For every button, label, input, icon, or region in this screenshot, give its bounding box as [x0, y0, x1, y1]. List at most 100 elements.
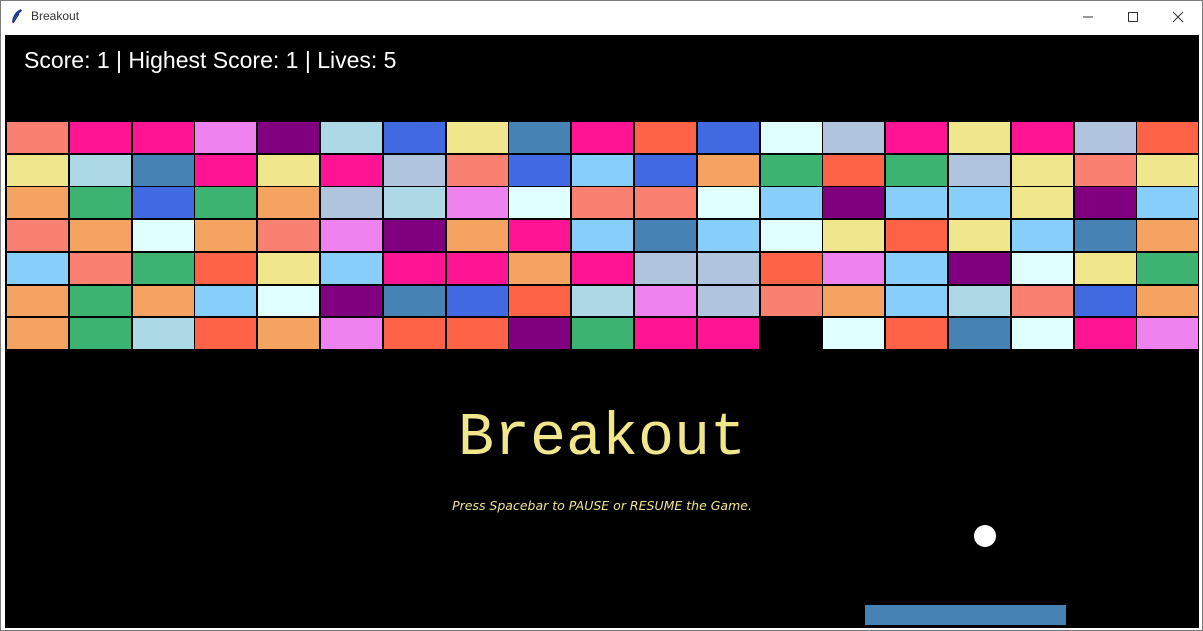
brick — [571, 153, 635, 187]
brick-wall — [6, 121, 1199, 352]
brick — [634, 219, 697, 252]
brick — [508, 186, 572, 220]
brick — [571, 317, 635, 351]
brick — [508, 121, 572, 154]
brick — [194, 284, 258, 318]
window-title: Breakout — [31, 9, 80, 23]
brick — [1010, 219, 1074, 252]
brick — [759, 121, 823, 154]
brick — [6, 186, 69, 220]
brick — [1136, 317, 1199, 351]
brick — [6, 251, 69, 285]
brick — [68, 186, 132, 220]
brick — [194, 251, 258, 285]
brick — [194, 121, 258, 154]
brick — [1136, 284, 1199, 318]
brick — [508, 251, 572, 285]
paddle[interactable] — [865, 605, 1066, 625]
brick — [131, 317, 195, 351]
minimize-button[interactable] — [1065, 1, 1110, 32]
brick — [6, 153, 69, 187]
brick — [320, 219, 383, 252]
brick — [257, 251, 321, 285]
brick — [759, 186, 823, 220]
brick — [320, 284, 383, 318]
brick — [1136, 251, 1199, 285]
brick — [634, 121, 697, 154]
title-bar[interactable]: Breakout — [1, 1, 1202, 32]
brick — [382, 284, 446, 318]
brick — [445, 219, 509, 252]
pause-instructions: Press Spacebar to PAUSE or RESUME the Ga… — [452, 498, 752, 513]
brick — [6, 317, 69, 351]
brick — [885, 186, 949, 220]
brick — [759, 284, 823, 318]
brick — [194, 153, 258, 187]
brick — [1073, 317, 1137, 351]
game-title: Breakout — [457, 405, 747, 473]
close-button[interactable] — [1155, 1, 1200, 32]
brick — [696, 251, 760, 285]
brick — [1136, 153, 1199, 187]
brick — [571, 121, 635, 154]
brick — [1136, 219, 1199, 252]
score-lives-display: Score: 1 | Highest Score: 1 | Lives: 5 — [24, 47, 397, 73]
brick — [822, 251, 886, 285]
brick — [759, 251, 823, 285]
maximize-button[interactable] — [1110, 1, 1155, 32]
brick — [1073, 219, 1137, 252]
close-icon — [1172, 11, 1183, 22]
brick — [822, 317, 886, 351]
brick — [1010, 153, 1074, 187]
brick — [445, 186, 509, 220]
brick — [131, 219, 195, 252]
brick — [1073, 153, 1137, 187]
brick — [320, 121, 383, 154]
brick — [948, 219, 1011, 252]
brick — [1010, 186, 1074, 220]
brick — [696, 186, 760, 220]
brick — [508, 284, 572, 318]
brick — [885, 219, 949, 252]
brick — [634, 317, 697, 351]
brick — [1010, 317, 1074, 351]
app-window: Breakout Score: 1 | Highest Score: 1 | L… — [0, 0, 1203, 631]
brick — [68, 317, 132, 351]
brick — [445, 153, 509, 187]
brick — [445, 251, 509, 285]
brick — [1073, 251, 1137, 285]
brick — [1073, 186, 1137, 220]
brick — [382, 219, 446, 252]
brick — [445, 317, 509, 351]
brick — [948, 186, 1011, 220]
game-canvas[interactable]: Score: 1 | Highest Score: 1 | Lives: 5 B… — [5, 35, 1199, 628]
brick — [696, 317, 760, 351]
brick — [696, 153, 760, 187]
brick — [696, 121, 760, 154]
brick — [257, 284, 321, 318]
brick — [885, 284, 949, 318]
brick — [634, 251, 697, 285]
brick — [6, 284, 69, 318]
brick — [6, 121, 69, 154]
brick — [320, 153, 383, 187]
brick — [508, 153, 572, 187]
brick — [822, 186, 886, 220]
brick — [948, 284, 1011, 318]
brick — [257, 317, 321, 351]
brick — [68, 121, 132, 154]
brick — [1010, 121, 1074, 154]
brick — [696, 219, 760, 252]
brick — [948, 153, 1011, 187]
brick — [68, 284, 132, 318]
brick — [320, 186, 383, 220]
brick — [508, 219, 572, 252]
brick — [822, 219, 886, 252]
brick — [382, 317, 446, 351]
brick — [1010, 251, 1074, 285]
brick — [571, 219, 635, 252]
brick — [508, 317, 572, 351]
brick — [822, 121, 886, 154]
brick — [68, 153, 132, 187]
brick — [257, 121, 321, 154]
